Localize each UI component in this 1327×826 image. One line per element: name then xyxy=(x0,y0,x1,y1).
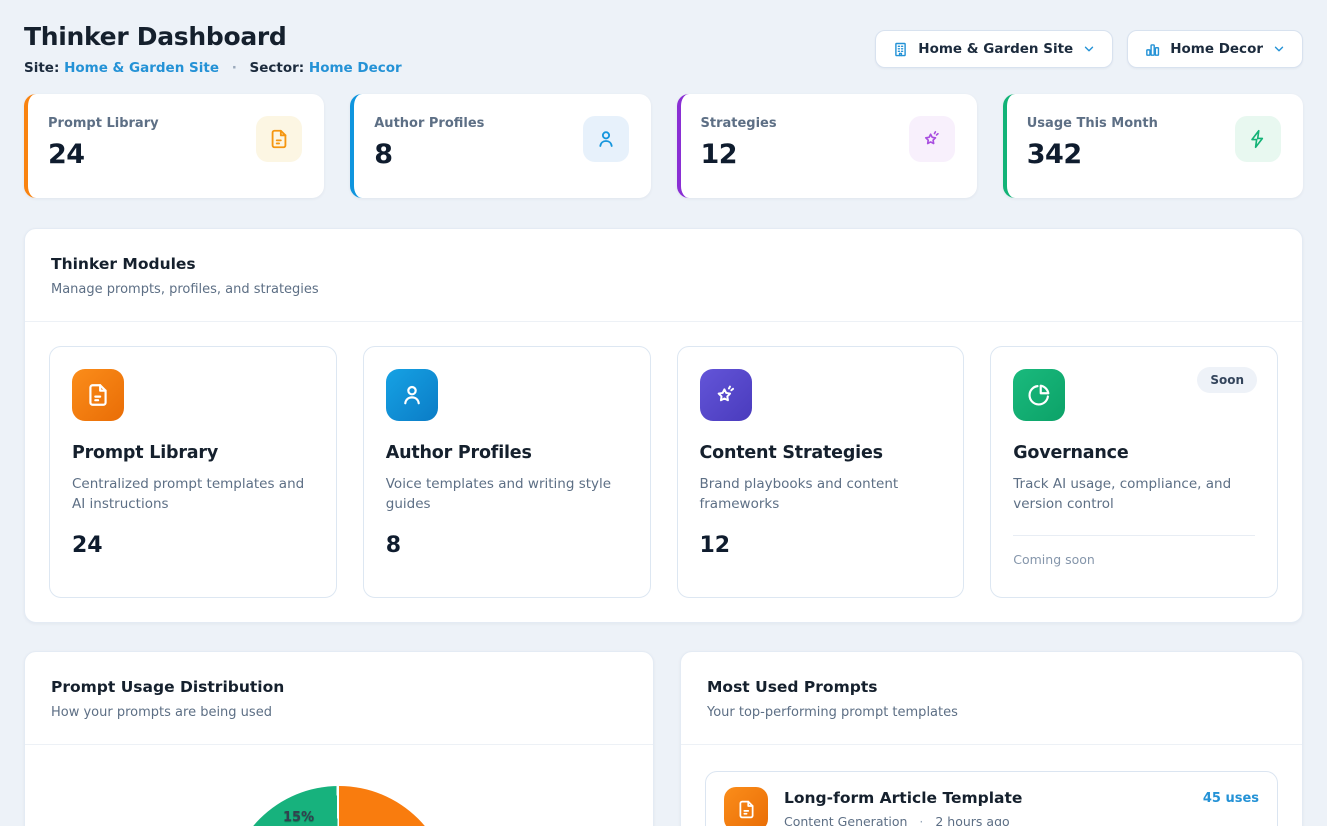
module-description: Brand playbooks and content frameworks xyxy=(700,474,942,515)
header-titles: Thinker Dashboard Site: Home & Garden Si… xyxy=(24,22,402,76)
donut-chart-area: 15% xyxy=(25,786,653,826)
stat-card-usage: Usage This Month 342 xyxy=(1003,94,1303,198)
stat-value: 24 xyxy=(48,139,159,170)
sector-selector-dropdown[interactable]: Home Decor xyxy=(1127,30,1303,68)
thinker-modules-panel: Thinker Modules Manage prompts, profiles… xyxy=(24,228,1303,623)
module-title: Prompt Library xyxy=(72,443,314,463)
bottom-row: Prompt Usage Distribution How your promp… xyxy=(24,651,1303,826)
module-title: Content Strategies xyxy=(700,443,942,463)
module-title: Governance xyxy=(1013,443,1255,463)
prompt-category: Content Generation xyxy=(784,814,907,826)
prompts-card-header: Most Used Prompts Your top-performing pr… xyxy=(681,652,1302,745)
module-count: 24 xyxy=(72,533,314,558)
page-title: Thinker Dashboard xyxy=(24,22,402,51)
stat-value: 12 xyxy=(701,139,777,170)
star-sparkle-icon xyxy=(909,116,955,162)
module-title: Author Profiles xyxy=(386,443,628,463)
prompt-list: Long-form Article Template Content Gener… xyxy=(681,745,1302,826)
site-label: Site: xyxy=(24,60,59,76)
stat-value: 342 xyxy=(1027,139,1158,170)
dashboard-page: Thinker Dashboard Site: Home & Garden Si… xyxy=(0,0,1327,826)
stat-card-strategies: Strategies 12 xyxy=(677,94,977,198)
stat-value: 8 xyxy=(374,139,484,170)
pie-chart-icon xyxy=(1013,369,1065,421)
modules-panel-header: Thinker Modules Manage prompts, profiles… xyxy=(25,229,1302,322)
stat-card-prompt-library: Prompt Library 24 xyxy=(24,94,324,198)
site-selector-label: Home & Garden Site xyxy=(918,41,1073,57)
prompt-meta: Content Generation · 2 hours ago xyxy=(784,814,1187,826)
site-sector-breadcrumb: Site: Home & Garden Site · Sector: Home … xyxy=(24,60,402,76)
most-used-prompts-card: Most Used Prompts Your top-performing pr… xyxy=(680,651,1303,826)
donut-chart: 15% xyxy=(227,786,451,826)
prompt-time: 2 hours ago xyxy=(935,814,1009,826)
module-description: Track AI usage, compliance, and version … xyxy=(1013,474,1255,515)
donut-segment-label: 15% xyxy=(283,810,314,825)
bar-chart-icon xyxy=(1144,41,1161,58)
stat-card-author-profiles: Author Profiles 8 xyxy=(350,94,650,198)
stat-label: Prompt Library xyxy=(48,116,159,131)
sector-label: Sector: xyxy=(250,60,305,76)
building-icon xyxy=(892,41,909,58)
user-icon xyxy=(583,116,629,162)
prompt-uses-count: 45 uses xyxy=(1203,791,1259,806)
chevron-down-icon xyxy=(1082,42,1096,56)
user-icon xyxy=(386,369,438,421)
breadcrumb-separator: · xyxy=(232,60,237,76)
stat-label: Usage This Month xyxy=(1027,116,1158,131)
usage-distribution-card: Prompt Usage Distribution How your promp… xyxy=(24,651,654,826)
chevron-down-icon xyxy=(1272,42,1286,56)
document-icon xyxy=(724,787,768,826)
module-card-prompt-library[interactable]: Prompt Library Centralized prompt templa… xyxy=(49,346,337,598)
module-description: Centralized prompt templates and AI inst… xyxy=(72,474,314,515)
modules-subtitle: Manage prompts, profiles, and strategies xyxy=(51,282,1276,297)
modules-title: Thinker Modules xyxy=(51,255,1276,273)
page-header: Thinker Dashboard Site: Home & Garden Si… xyxy=(24,22,1303,76)
sector-link[interactable]: Home Decor xyxy=(309,60,402,76)
sector-selector-label: Home Decor xyxy=(1170,41,1263,57)
module-card-content-strategies[interactable]: Content Strategies Brand playbooks and c… xyxy=(677,346,965,598)
module-count: 12 xyxy=(700,533,942,558)
site-selector-dropdown[interactable]: Home & Garden Site xyxy=(875,30,1113,68)
header-actions: Home & Garden Site Home Decor xyxy=(875,30,1303,68)
prompt-list-item[interactable]: Long-form Article Template Content Gener… xyxy=(705,771,1278,826)
lightning-icon xyxy=(1235,116,1281,162)
modules-grid: Prompt Library Centralized prompt templa… xyxy=(25,322,1302,622)
star-sparkle-icon xyxy=(700,369,752,421)
site-link[interactable]: Home & Garden Site xyxy=(64,60,219,76)
prompts-card-title: Most Used Prompts xyxy=(707,678,1276,696)
usage-card-title: Prompt Usage Distribution xyxy=(51,678,627,696)
usage-card-header: Prompt Usage Distribution How your promp… xyxy=(25,652,653,745)
meta-separator: · xyxy=(919,814,923,826)
document-icon xyxy=(72,369,124,421)
soon-badge: Soon xyxy=(1197,367,1257,393)
usage-card-subtitle: How your prompts are being used xyxy=(51,705,627,720)
divider xyxy=(1013,535,1255,536)
coming-soon-text: Coming soon xyxy=(1013,552,1255,567)
document-icon xyxy=(256,116,302,162)
stats-row: Prompt Library 24 Author Profiles 8 Stra… xyxy=(24,94,1303,198)
stat-label: Strategies xyxy=(701,116,777,131)
prompt-title: Long-form Article Template xyxy=(784,789,1187,807)
module-card-governance[interactable]: Soon Governance Track AI usage, complian… xyxy=(990,346,1278,598)
prompts-card-subtitle: Your top-performing prompt templates xyxy=(707,705,1276,720)
module-description: Voice templates and writing style guides xyxy=(386,474,628,515)
module-count: 8 xyxy=(386,533,628,558)
module-card-author-profiles[interactable]: Author Profiles Voice templates and writ… xyxy=(363,346,651,598)
stat-label: Author Profiles xyxy=(374,116,484,131)
